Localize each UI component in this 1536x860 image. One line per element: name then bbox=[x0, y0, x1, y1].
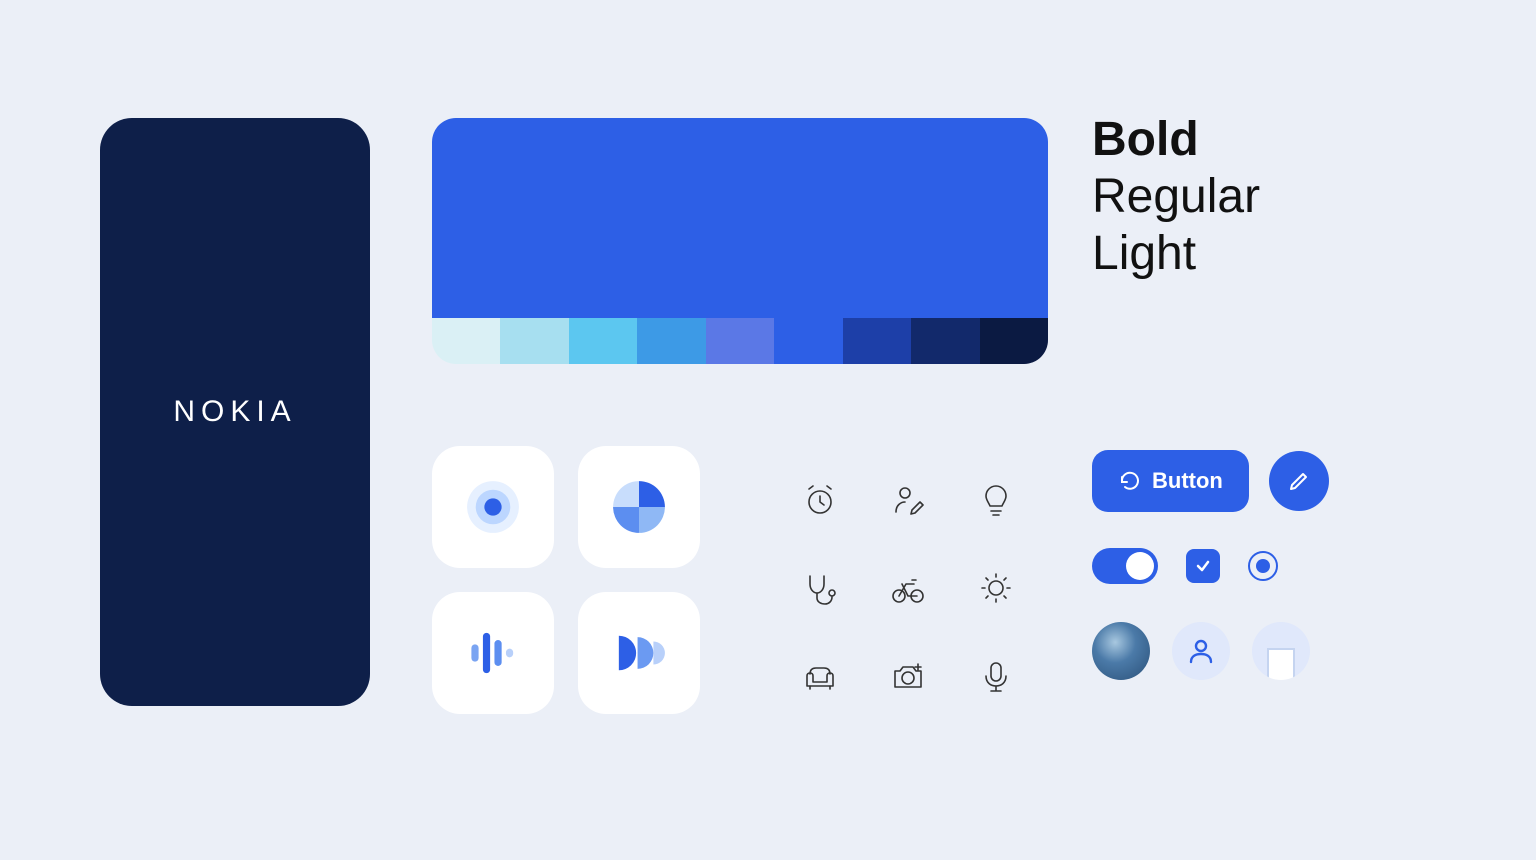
app-tile-pinwheel bbox=[578, 446, 700, 568]
palette-shade-0 bbox=[432, 318, 500, 364]
radio-button[interactable] bbox=[1248, 551, 1278, 581]
camera-plus-icon bbox=[864, 632, 952, 720]
font-weight-bold: Bold bbox=[1092, 112, 1260, 167]
refresh-icon bbox=[1118, 469, 1142, 493]
avatar-photo bbox=[1092, 622, 1150, 680]
font-weight-regular: Regular bbox=[1092, 169, 1260, 224]
pencil-icon bbox=[1287, 469, 1311, 493]
microphone-icon bbox=[952, 632, 1040, 720]
check-icon bbox=[1194, 557, 1212, 575]
avatar-empty-placeholder bbox=[1252, 622, 1310, 680]
primary-button[interactable]: Button bbox=[1092, 450, 1249, 512]
palette-shade-4 bbox=[706, 318, 774, 364]
ui-controls: Button bbox=[1092, 450, 1329, 680]
palette-shade-2 bbox=[569, 318, 637, 364]
color-palette bbox=[432, 118, 1048, 364]
user-icon bbox=[1186, 636, 1216, 666]
semicircles-icon bbox=[603, 617, 675, 689]
avatar-icon-placeholder bbox=[1172, 622, 1230, 680]
palette-shade-6 bbox=[843, 318, 911, 364]
audio-bars-icon bbox=[457, 617, 529, 689]
palette-shade-8 bbox=[980, 318, 1048, 364]
button-label: Button bbox=[1152, 468, 1223, 494]
palette-primary bbox=[432, 118, 1048, 318]
phone-mockup-card: NOKIA bbox=[100, 118, 370, 706]
sofa-icon bbox=[776, 632, 864, 720]
palette-shade-3 bbox=[637, 318, 705, 364]
palette-shades bbox=[432, 318, 1048, 364]
user-edit-icon bbox=[864, 456, 952, 544]
lightbulb-icon bbox=[952, 456, 1040, 544]
app-tile-semicircles bbox=[578, 592, 700, 714]
font-weight-light: Light bbox=[1092, 226, 1260, 281]
palette-shade-5 bbox=[774, 318, 842, 364]
brand-logo: NOKIA bbox=[173, 395, 296, 429]
alarm-clock-icon bbox=[776, 456, 864, 544]
palette-shade-7 bbox=[911, 318, 979, 364]
edit-button[interactable] bbox=[1269, 451, 1329, 511]
app-tile-audio-bars bbox=[432, 592, 554, 714]
app-icon-tiles bbox=[432, 446, 700, 714]
stethoscope-icon bbox=[776, 544, 864, 632]
sun-icon bbox=[952, 544, 1040, 632]
checkbox[interactable] bbox=[1186, 549, 1220, 583]
target-icon bbox=[457, 471, 529, 543]
pinwheel-icon bbox=[603, 471, 675, 543]
bicycle-icon bbox=[864, 544, 952, 632]
outline-icon-grid bbox=[776, 456, 1040, 720]
typography-sample: Bold Regular Light bbox=[1092, 112, 1260, 281]
toggle-switch[interactable] bbox=[1092, 548, 1158, 584]
palette-shade-1 bbox=[500, 318, 568, 364]
app-tile-target bbox=[432, 446, 554, 568]
